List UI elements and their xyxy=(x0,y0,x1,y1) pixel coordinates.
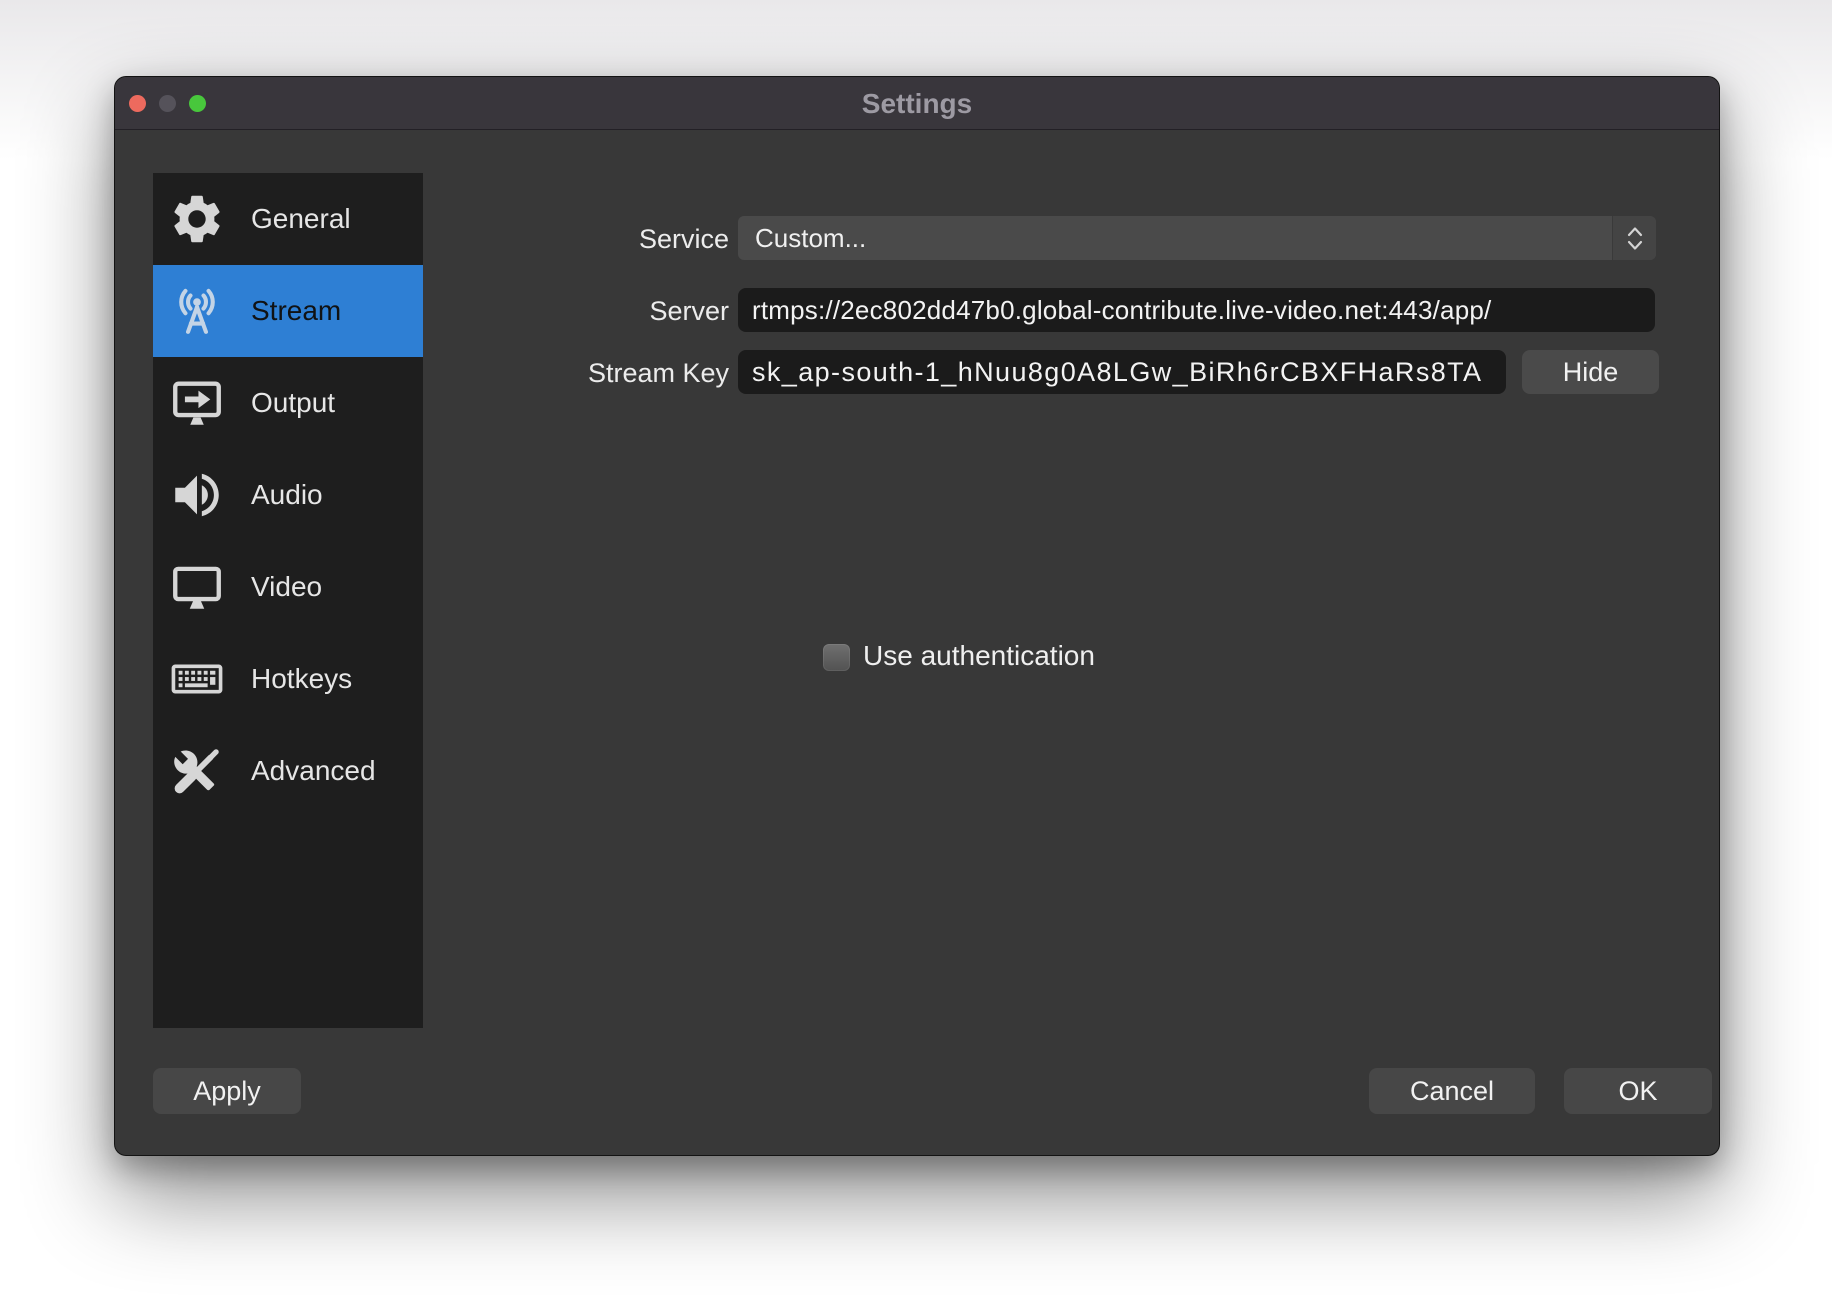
broadcast-icon xyxy=(163,281,231,341)
service-label: Service xyxy=(489,224,729,255)
video-icon xyxy=(163,557,231,617)
service-dropdown[interactable]: Custom... xyxy=(738,216,1656,260)
gear-icon xyxy=(163,189,231,249)
stream-key-input[interactable] xyxy=(738,350,1506,394)
stream-key-label: Stream Key xyxy=(489,358,729,389)
titlebar: Settings xyxy=(115,77,1719,130)
use-authentication-label[interactable]: Use authentication xyxy=(863,640,1095,672)
service-dropdown-value: Custom... xyxy=(738,223,1612,254)
sidebar-label-stream: Stream xyxy=(251,295,341,327)
sidebar-item-hotkeys[interactable]: Hotkeys xyxy=(153,633,423,725)
hide-stream-key-button[interactable]: Hide xyxy=(1522,350,1659,394)
sidebar-item-audio[interactable]: Audio xyxy=(153,449,423,541)
sidebar-item-output[interactable]: Output xyxy=(153,357,423,449)
sidebar-item-general[interactable]: General xyxy=(153,173,423,265)
sidebar-item-video[interactable]: Video xyxy=(153,541,423,633)
sidebar-label-advanced: Advanced xyxy=(251,755,376,787)
sidebar-label-video: Video xyxy=(251,571,322,603)
sidebar-label-hotkeys: Hotkeys xyxy=(251,663,352,695)
cancel-button[interactable]: Cancel xyxy=(1369,1068,1535,1114)
audio-icon xyxy=(163,465,231,525)
settings-window: Settings General S xyxy=(114,76,1720,1156)
sidebar-label-audio: Audio xyxy=(251,479,323,511)
output-icon xyxy=(163,373,231,433)
server-label: Server xyxy=(489,296,729,327)
keyboard-icon xyxy=(163,649,231,709)
use-authentication-checkbox[interactable] xyxy=(823,644,850,671)
settings-sidebar: General Stream xyxy=(153,173,423,1028)
dropdown-stepper-icon xyxy=(1612,216,1656,260)
tools-icon xyxy=(163,741,231,801)
sidebar-item-stream[interactable]: Stream xyxy=(153,265,423,357)
ok-button[interactable]: OK xyxy=(1564,1068,1712,1114)
sidebar-label-general: General xyxy=(251,203,351,235)
sidebar-label-output: Output xyxy=(251,387,335,419)
sidebar-item-advanced[interactable]: Advanced xyxy=(153,725,423,817)
server-input[interactable] xyxy=(738,288,1655,332)
apply-button[interactable]: Apply xyxy=(153,1068,301,1114)
window-title: Settings xyxy=(115,77,1719,130)
